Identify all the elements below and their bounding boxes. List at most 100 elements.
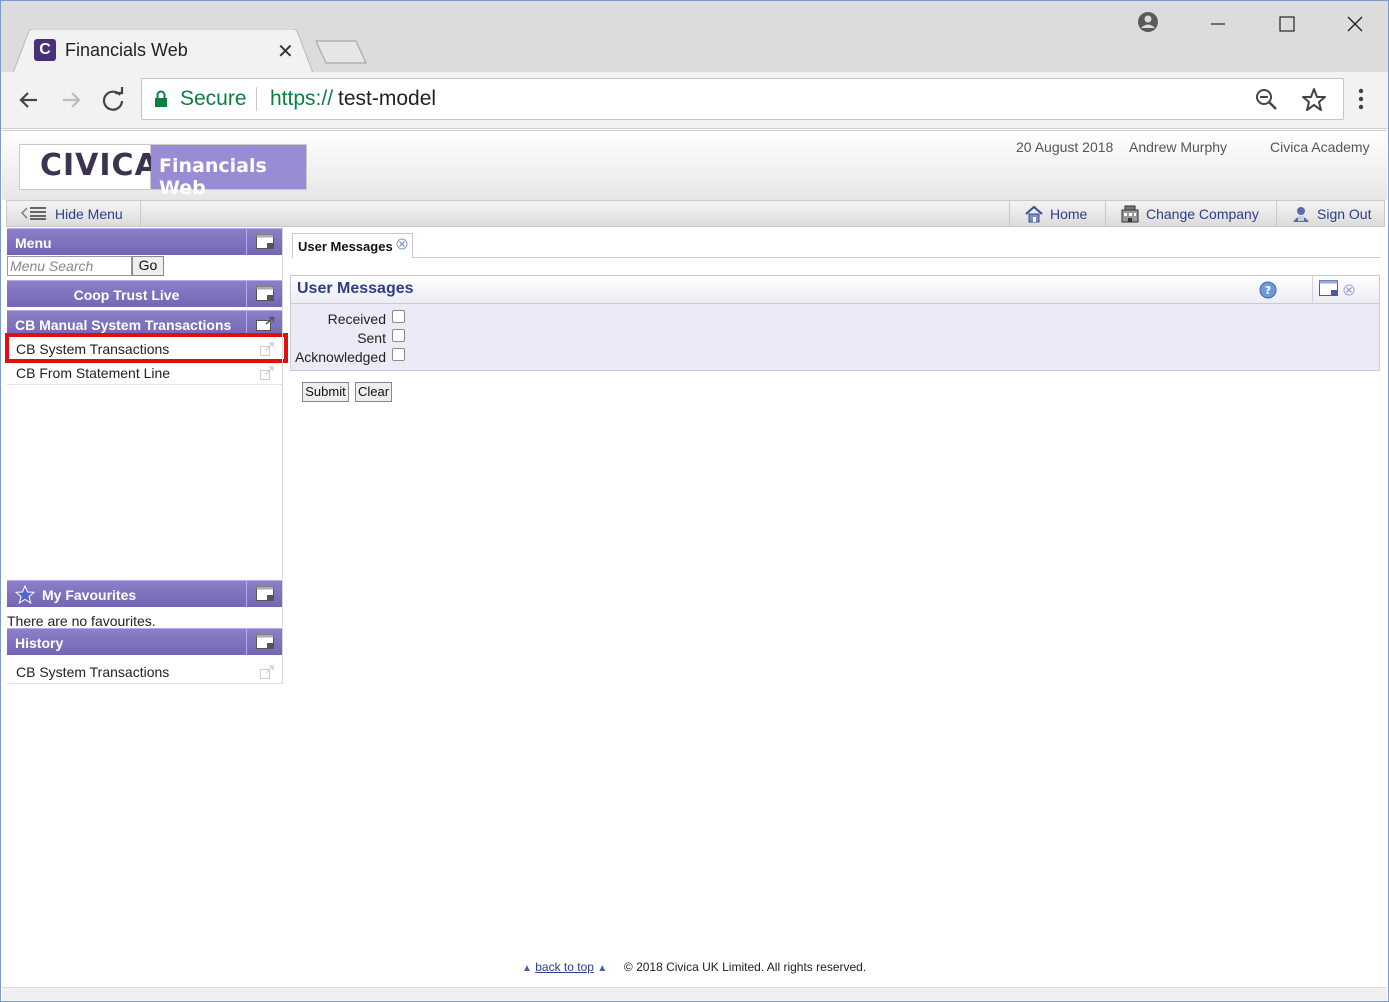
panel-window-icon [256, 286, 274, 301]
up-arrow-icon: ▲ [522, 963, 532, 974]
acknowledged-label: Acknowledged [294, 349, 386, 365]
change-company-label: Change Company [1146, 206, 1259, 222]
tab-user-messages[interactable]: User Messages [292, 233, 413, 258]
user-messages-panel: User Messages ? Received Sent Acknowledg… [290, 275, 1380, 371]
highlight-annotation [5, 333, 288, 363]
tab-user-messages-label: User Messages [298, 239, 393, 254]
menu-item-label: CB From Statement Line [16, 365, 171, 381]
submit-button[interactable]: Submit [302, 382, 349, 402]
hide-menu-button[interactable]: Hide Menu [7, 201, 141, 226]
history-item-label: CB System Transactions [16, 664, 170, 680]
header-organisation: Civica Academy [1270, 139, 1370, 155]
star-icon [15, 585, 35, 604]
user-messages-header: User Messages ? [291, 276, 1379, 304]
browser-tabstrip: C Financials Web ✕ [1, 1, 1388, 73]
sign-out-link[interactable]: Sign Out [1276, 201, 1384, 226]
received-label: Received [327, 311, 386, 327]
copyright-text: © 2018 Civica UK Limited. All rights res… [623, 960, 867, 974]
forward-arrow-icon[interactable] [55, 84, 87, 116]
svg-text:?: ? [1265, 284, 1271, 297]
app-nav-bar: Hide Menu Home Change Company Sign Out [6, 200, 1385, 227]
header-divider [1312, 276, 1313, 304]
menu-search-go-button[interactable]: Go [132, 256, 164, 276]
tab-close-icon[interactable] [396, 238, 408, 250]
window-close-icon[interactable] [1338, 9, 1372, 39]
tab-close-icon[interactable]: ✕ [277, 39, 294, 63]
open-external-icon[interactable] [260, 665, 274, 679]
sent-label: Sent [357, 330, 386, 346]
browser-toolbar: Secure https:// test-model [1, 72, 1388, 129]
product-name: Financials Web [159, 155, 267, 199]
secure-label: Secure [180, 87, 247, 110]
panel-window-icon [256, 634, 274, 649]
home-icon [1025, 205, 1043, 223]
clear-button[interactable]: Clear [355, 382, 392, 402]
menu-item-cb-from-statement-line[interactable]: CB From Statement Line [7, 361, 282, 385]
browser-window: C Financials Web ✕ Secure https:// test-… [0, 0, 1389, 1002]
home-link[interactable]: Home [1009, 201, 1105, 226]
civica-favicon-icon: C [34, 39, 56, 61]
help-icon[interactable]: ? [1259, 281, 1277, 299]
hide-menu-label: Hide Menu [55, 206, 123, 222]
acknowledged-row: Acknowledged [291, 347, 591, 366]
favourites-panel-header: My Favourites [7, 580, 282, 607]
received-checkbox[interactable] [392, 310, 405, 323]
section-title: CB Manual System Transactions [15, 317, 232, 333]
app-header: CIVICA Financials Web 20 August 2018 And… [2, 130, 1387, 200]
favourites-panel-toggle[interactable] [246, 581, 282, 607]
company-panel-header[interactable]: Coop Trust Live [7, 280, 282, 307]
menu-panel-title: Menu [15, 235, 52, 251]
tab-title: Financials Web [65, 40, 188, 60]
menu-panel-toggle[interactable] [246, 229, 282, 255]
address-separator [256, 87, 257, 111]
no-favourites-text: There are no favourites. [7, 613, 156, 629]
zoom-icon[interactable] [1254, 87, 1280, 113]
panel-window-icon[interactable] [1319, 280, 1339, 298]
sidebar-divider [282, 227, 283, 684]
address-bar[interactable]: Secure https:// test-model [141, 78, 1344, 120]
change-company-link[interactable]: Change Company [1105, 201, 1276, 226]
url-scheme: https:// [270, 87, 334, 110]
acknowledged-checkbox[interactable] [392, 348, 405, 361]
panel-close-icon[interactable] [1343, 284, 1355, 296]
maximize-icon[interactable] [1270, 9, 1304, 39]
minimize-icon[interactable] [1201, 9, 1235, 39]
sent-row: Sent [291, 328, 591, 347]
menu-search-input[interactable] [7, 256, 132, 276]
new-tab-button[interactable] [314, 39, 368, 65]
browser-tab[interactable]: C Financials Web ✕ [13, 29, 313, 73]
hide-menu-icon [21, 207, 46, 220]
header-date: 20 August 2018 [1016, 139, 1114, 155]
favourites-title: My Favourites [42, 587, 137, 603]
open-external-icon[interactable] [260, 366, 274, 380]
reload-icon[interactable] [97, 84, 129, 116]
lock-icon [155, 90, 167, 107]
building-icon [1121, 205, 1139, 223]
history-panel-header: History [7, 628, 282, 655]
url-host: test-model [338, 87, 437, 110]
footer: ▲ back to top ▲ © 2018 Civica UK Limited… [522, 960, 866, 976]
history-title: History [15, 635, 64, 651]
back-arrow-icon[interactable] [13, 84, 45, 116]
company-title: Coop Trust Live [73, 287, 180, 303]
up-arrow-icon: ▲ [597, 963, 608, 974]
civica-logo: CIVICA [19, 144, 158, 190]
received-row: Received [291, 309, 591, 328]
logo-text: CIVICA [40, 148, 159, 183]
financials-app: CIVICA Financials Web 20 August 2018 And… [2, 130, 1387, 987]
home-label: Home [1050, 206, 1088, 222]
profile-icon[interactable] [1131, 9, 1165, 39]
back-to-top-link[interactable]: back to top [535, 960, 594, 974]
tab-baseline [413, 257, 1380, 258]
product-banner: Financials Web [151, 144, 307, 199]
company-panel-toggle[interactable] [246, 281, 282, 307]
sign-out-label: Sign Out [1317, 206, 1372, 222]
user-messages-title: User Messages [297, 280, 414, 297]
user-signout-icon [1293, 207, 1309, 222]
sent-checkbox[interactable] [392, 329, 405, 342]
history-panel-toggle[interactable] [246, 629, 282, 655]
history-item-cb-system-transactions[interactable]: CB System Transactions [7, 660, 282, 684]
bookmark-star-icon[interactable] [1300, 86, 1328, 114]
panel-window-icon [256, 586, 274, 601]
browser-menu-icon[interactable] [1353, 86, 1369, 114]
